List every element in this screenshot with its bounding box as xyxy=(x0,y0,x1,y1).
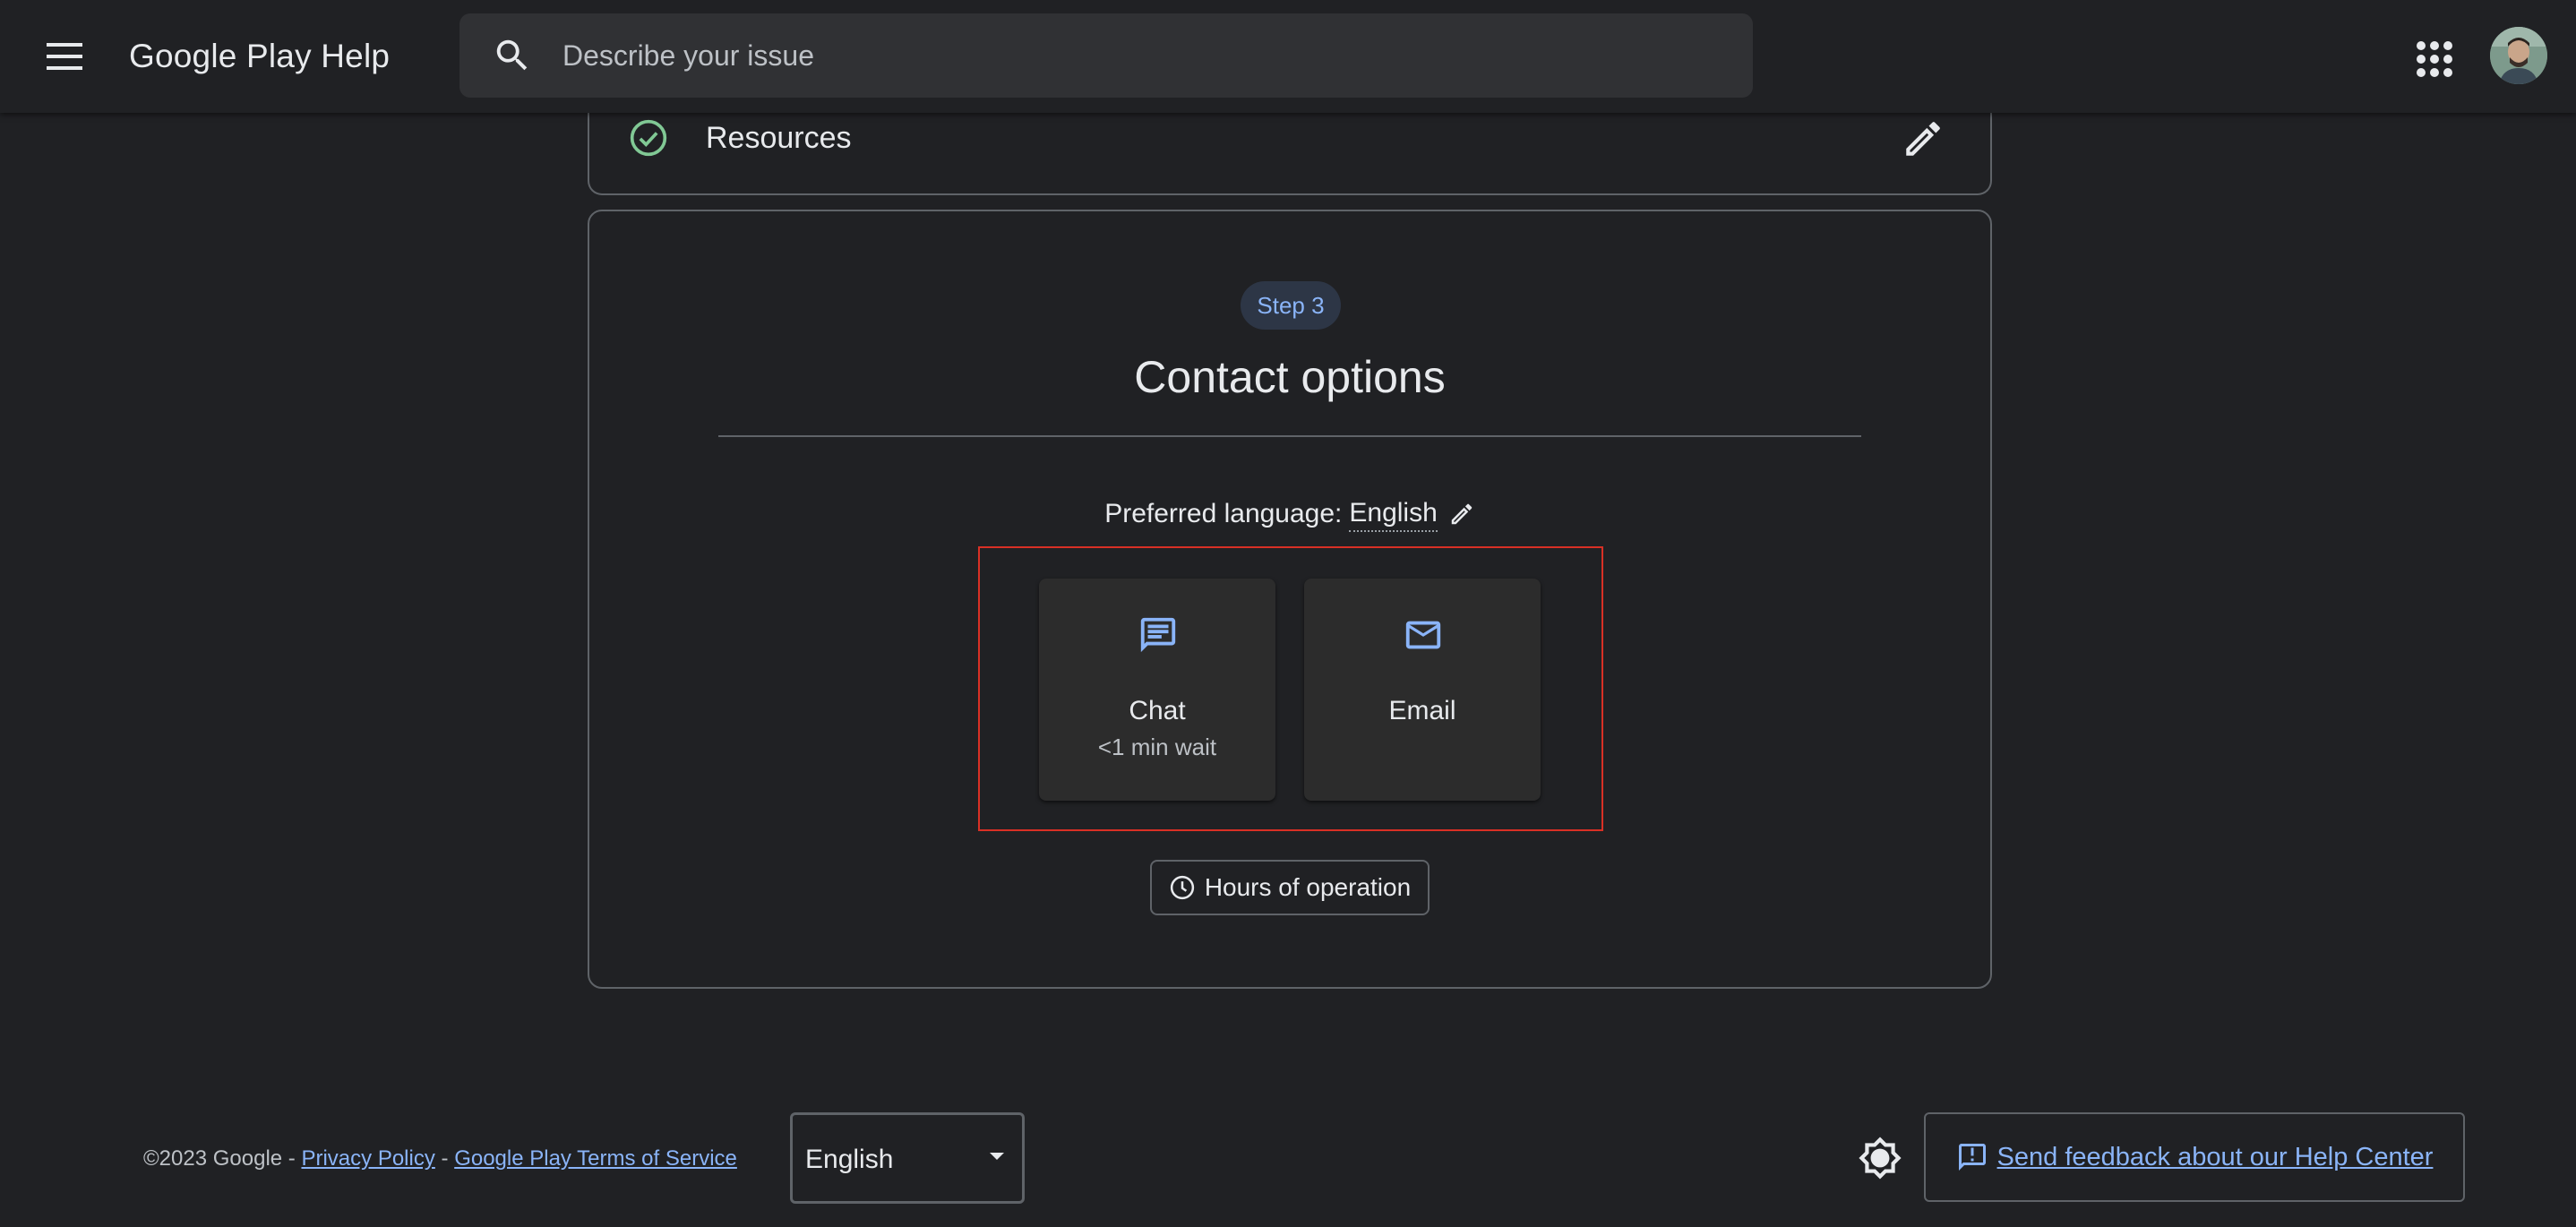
search-icon[interactable] xyxy=(492,35,533,76)
step-badge: Step 3 xyxy=(1241,281,1341,330)
footer-legal: ©2023 Google - Privacy Policy - Google P… xyxy=(143,1143,737,1175)
app-title[interactable]: Google Play Help xyxy=(129,32,390,81)
apps-dot xyxy=(2417,41,2426,50)
feedback-icon xyxy=(1958,1144,1986,1171)
apps-dot xyxy=(2430,41,2439,50)
top-app-bar: Google Play Help xyxy=(0,0,2576,113)
preferred-language: Preferred language: English xyxy=(589,494,1990,534)
search-bar[interactable] xyxy=(459,13,1753,98)
chat-option-button[interactable]: Chat <1 min wait xyxy=(1039,579,1275,801)
apps-dot xyxy=(2443,41,2452,50)
copyright-text: ©2023 Google - xyxy=(143,1146,296,1171)
chat-wait-time: <1 min wait xyxy=(1097,734,1217,760)
contact-options-card: Step 3 Contact options Preferred languag… xyxy=(588,210,1992,989)
hours-of-operation-button[interactable]: Hours of operation xyxy=(1150,860,1430,915)
search-input[interactable] xyxy=(561,33,1725,78)
send-feedback-button[interactable]: Send feedback about our Help Center xyxy=(1924,1112,2465,1202)
apps-dot xyxy=(2417,55,2426,64)
apps-dot xyxy=(2443,55,2452,64)
resources-label: Resources xyxy=(706,121,852,155)
apps-dot xyxy=(2430,68,2439,77)
contact-options-title: Contact options xyxy=(1134,352,1446,402)
pencil-icon[interactable] xyxy=(1448,501,1475,528)
pencil-icon[interactable] xyxy=(1901,116,1945,161)
email-option-button[interactable]: Email xyxy=(1304,579,1541,801)
avatar-image xyxy=(2490,27,2547,84)
divider xyxy=(718,435,1861,437)
menu-icon xyxy=(47,43,82,70)
mail-icon xyxy=(1405,621,1441,649)
footer-separator: - xyxy=(441,1146,449,1171)
email-option-label: Email xyxy=(1388,696,1456,725)
preferred-language-label: Preferred language: xyxy=(1104,499,1343,528)
hours-of-operation-label: Hours of operation xyxy=(1204,873,1412,901)
main-menu-button[interactable] xyxy=(36,30,93,83)
apps-dot xyxy=(2417,68,2426,77)
contact-options-group: Chat <1 min wait Email xyxy=(978,546,1603,831)
language-select[interactable]: English xyxy=(790,1112,1025,1204)
apps-dot xyxy=(2443,68,2452,77)
brightness-icon[interactable] xyxy=(1858,1136,1902,1180)
preferred-language-value[interactable]: English xyxy=(1349,496,1438,532)
check-circle-icon xyxy=(630,119,667,157)
language-select-value: English xyxy=(805,1145,894,1174)
apps-dot xyxy=(2430,55,2439,64)
terms-of-service-link[interactable]: Google Play Terms of Service xyxy=(454,1146,737,1171)
account-avatar[interactable] xyxy=(2490,27,2547,84)
google-apps-button[interactable] xyxy=(2409,34,2454,79)
dropdown-arrow-icon xyxy=(990,1153,1004,1160)
privacy-policy-link[interactable]: Privacy Policy xyxy=(301,1146,434,1171)
send-feedback-label: Send feedback about our Help Center xyxy=(1996,1143,2434,1171)
chat-icon xyxy=(1140,617,1176,653)
chat-option-label: Chat xyxy=(1129,696,1186,725)
clock-icon xyxy=(1170,875,1194,900)
